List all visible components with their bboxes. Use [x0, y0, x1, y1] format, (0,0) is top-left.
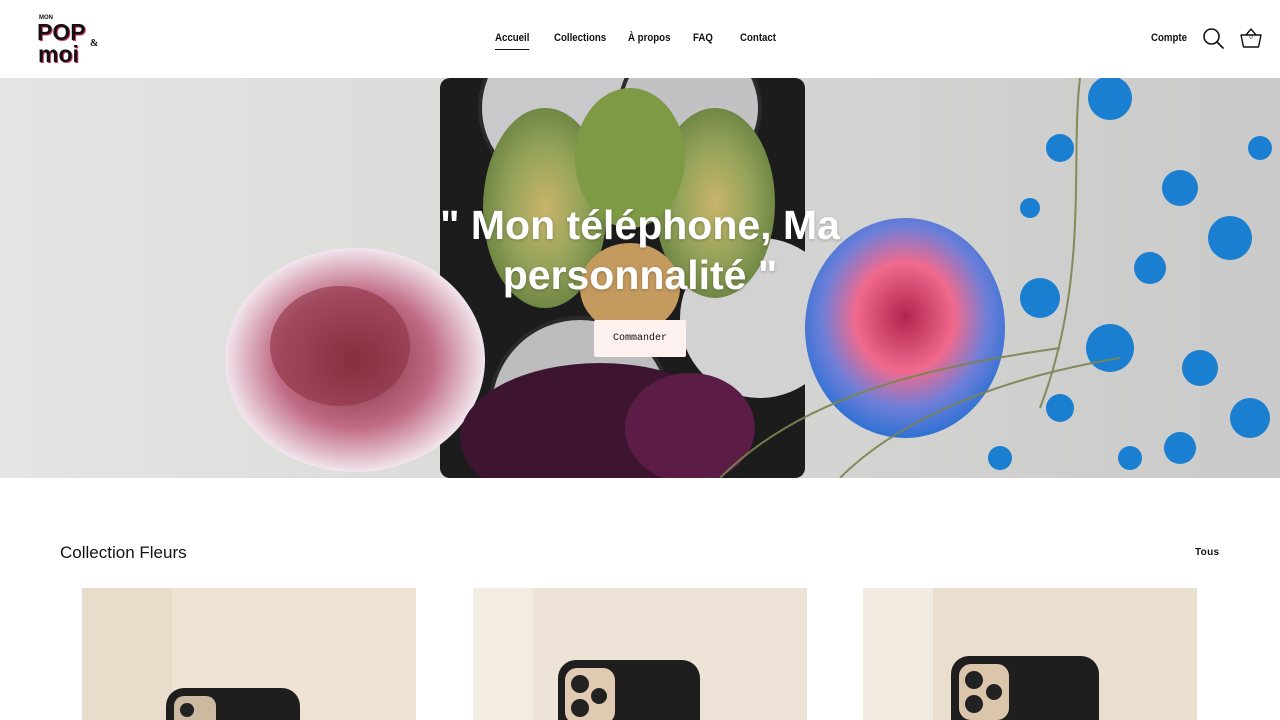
svg-text:&: &: [90, 38, 98, 49]
nav-item-faq[interactable]: FAQ: [693, 32, 713, 44]
nav-item-contact[interactable]: Contact: [740, 32, 776, 44]
product-card[interactable]: [473, 588, 807, 720]
hero-title: " Mon téléphone, Ma personnalité ": [440, 202, 840, 298]
product-card[interactable]: [863, 588, 1197, 720]
nav-item-accueil[interactable]: Accueil: [495, 32, 530, 50]
main-nav: Accueil Collections À propos FAQ Contact: [0, 0, 1280, 78]
view-all-link[interactable]: Tous: [1195, 547, 1219, 558]
product-image: [473, 588, 807, 720]
hero-banner: " Mon téléphone, Ma personnalité " Comma…: [0, 78, 1280, 478]
cart-count-badge: 0: [1249, 35, 1253, 41]
nav-item-a-propos[interactable]: À propos: [628, 32, 670, 44]
nav-item-collections[interactable]: Collections: [554, 32, 606, 44]
brand-logo[interactable]: MON POP POP & moi moi: [38, 12, 108, 66]
svg-text:moi: moi: [38, 41, 79, 66]
product-image: [863, 588, 1197, 720]
product-image: [82, 588, 416, 720]
account-link[interactable]: Compte: [1151, 32, 1187, 44]
collection-title: Collection Fleurs: [60, 543, 187, 562]
commander-button[interactable]: Commander: [594, 320, 686, 357]
search-icon[interactable]: [1202, 27, 1224, 49]
site-header: MON POP POP & moi moi Accueil Collection…: [0, 0, 1280, 78]
product-card[interactable]: [82, 588, 416, 720]
